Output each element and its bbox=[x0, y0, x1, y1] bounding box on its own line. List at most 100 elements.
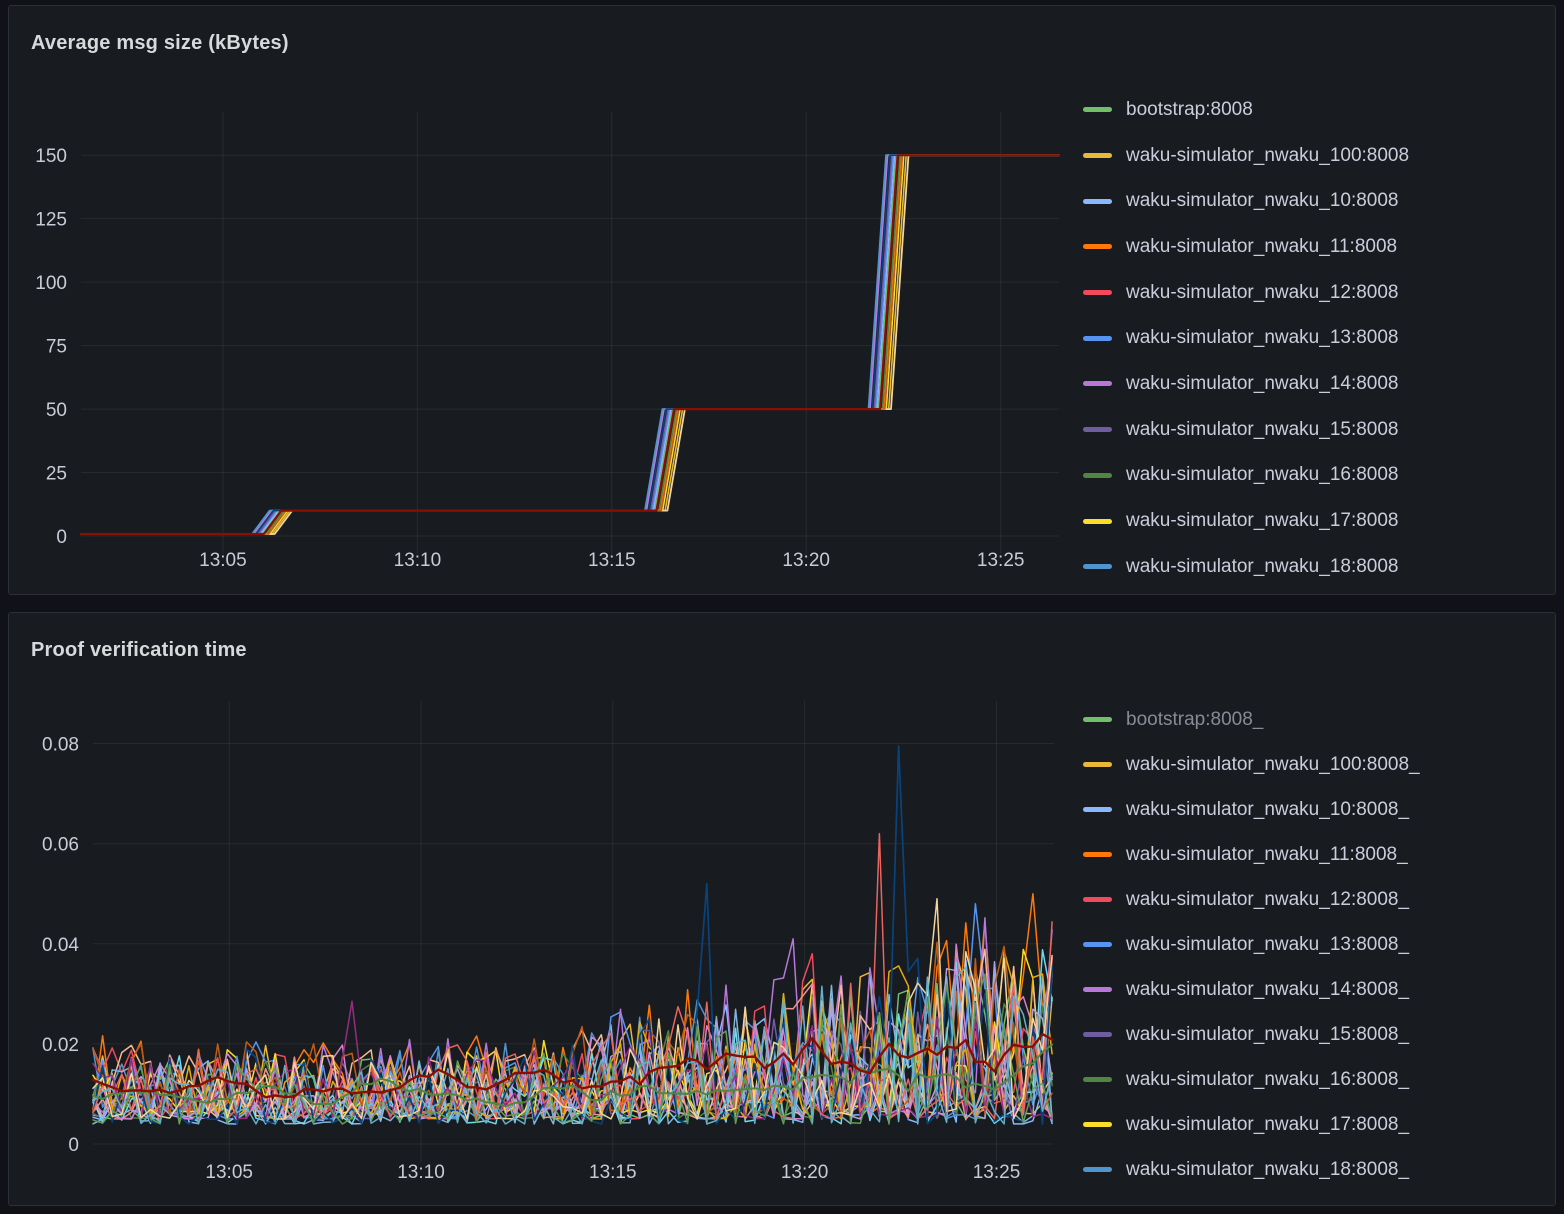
legend-item-label: waku-simulator_nwaku_14:8008_ bbox=[1126, 979, 1409, 1001]
legend-item[interactable]: bootstrap:8008 bbox=[1083, 87, 1409, 133]
series-line-series-darkorange-clipped-legend bbox=[81, 155, 1059, 534]
legend-item[interactable]: waku-simulator_nwaku_14:8008 bbox=[1083, 361, 1409, 407]
x-tick-label: 13:25 bbox=[973, 1162, 1021, 1183]
legend-item-label: waku-simulator_nwaku_13:8008 bbox=[1126, 327, 1399, 349]
x-tick-label: 13:20 bbox=[782, 550, 830, 571]
legend-item-label: waku-simulator_nwaku_18:8008 bbox=[1126, 556, 1399, 578]
y-tick-label: 100 bbox=[35, 273, 67, 294]
legend-swatch bbox=[1083, 987, 1112, 992]
legend-item[interactable]: waku-simulator_nwaku_17:8008 bbox=[1083, 498, 1409, 544]
legend-item[interactable]: waku-simulator_nwaku_15:8008_ bbox=[1083, 1012, 1420, 1057]
legend-swatch bbox=[1083, 762, 1112, 767]
legend-item[interactable]: waku-simulator_nwaku_15:8008 bbox=[1083, 407, 1409, 453]
legend-item[interactable]: waku-simulator_nwaku_13:8008 bbox=[1083, 315, 1409, 361]
legend-swatch bbox=[1083, 519, 1112, 524]
legend-item-label: waku-simulator_nwaku_11:8008 bbox=[1126, 236, 1397, 258]
x-tick-label: 13:15 bbox=[588, 550, 636, 571]
legend-item[interactable]: waku-simulator_nwaku_100:8008_ bbox=[1083, 742, 1420, 787]
legend-swatch bbox=[1083, 427, 1112, 432]
series-line-waku-simulator_nwaku_17:8008 bbox=[81, 155, 1059, 534]
legend-swatch bbox=[1083, 107, 1112, 112]
legend-swatch bbox=[1083, 473, 1112, 478]
legend-item[interactable]: waku-simulator_nwaku_10:8008_ bbox=[1083, 787, 1420, 832]
y-tick-label: 75 bbox=[46, 337, 67, 358]
legend-item[interactable]: waku-simulator_nwaku_18:8008 bbox=[1083, 544, 1409, 590]
legend-item-label: waku-simulator_nwaku_100:8008_ bbox=[1126, 754, 1420, 776]
legend-item-label: waku-simulator_nwaku_10:8008_ bbox=[1126, 799, 1409, 821]
x-tick-label: 13:10 bbox=[394, 550, 442, 571]
legend-item-label: waku-simulator_nwaku_100:8008 bbox=[1126, 145, 1409, 167]
x-tick-label: 13:05 bbox=[199, 550, 247, 571]
legend-item[interactable]: waku-simulator_nwaku_11:8008_ bbox=[1083, 832, 1420, 877]
x-tick-label: 13:10 bbox=[397, 1162, 445, 1183]
y-tick-label: 0 bbox=[68, 1135, 79, 1156]
legend-item[interactable]: waku-simulator_nwaku_10:8008 bbox=[1083, 178, 1409, 224]
legend-item[interactable]: waku-simulator_nwaku_13:8008_ bbox=[1083, 922, 1420, 967]
y-tick-label: 25 bbox=[46, 464, 67, 485]
x-tick-label: 13:20 bbox=[781, 1162, 829, 1183]
legend-swatch bbox=[1083, 1167, 1112, 1172]
legend-swatch bbox=[1083, 244, 1112, 249]
y-tick-label: 0 bbox=[56, 527, 67, 548]
series-line-bootstrap:8008 bbox=[81, 155, 1059, 534]
legend-swatch bbox=[1083, 1077, 1112, 1082]
series-line-waku-simulator_nwaku_18:8008 bbox=[81, 155, 1059, 534]
legend-proof-verification: bootstrap:8008_ waku-simulator_nwaku_100:… bbox=[1083, 697, 1420, 1192]
legend-item-label: bootstrap:8008 bbox=[1126, 99, 1253, 121]
series-line-waku-simulator_nwaku_100:8008 bbox=[81, 155, 1059, 534]
legend-swatch bbox=[1083, 897, 1112, 902]
series-line-waku-simulator_nwaku_14:8008 bbox=[81, 155, 1059, 534]
legend-swatch bbox=[1083, 1122, 1112, 1127]
legend-swatch bbox=[1083, 199, 1112, 204]
y-tick-label: 0.02 bbox=[42, 1035, 79, 1056]
legend-item[interactable]: waku-simulator_nwaku_11:8008 bbox=[1083, 224, 1409, 270]
legend-item[interactable]: waku-simulator_nwaku_12:8008 bbox=[1083, 270, 1409, 316]
legend-item-label: waku-simulator_nwaku_10:8008 bbox=[1126, 190, 1399, 212]
y-tick-label: 150 bbox=[35, 146, 67, 167]
legend-swatch bbox=[1083, 807, 1112, 812]
legend-item[interactable]: waku-simulator_nwaku_100:8008 bbox=[1083, 133, 1409, 179]
series-line-series-navy-clipped-legend bbox=[81, 155, 1059, 534]
legend-swatch bbox=[1083, 564, 1112, 569]
legend-item-label: waku-simulator_nwaku_14:8008 bbox=[1126, 373, 1399, 395]
legend-item[interactable]: bootstrap:8008_ bbox=[1083, 697, 1420, 742]
legend-item-label: waku-simulator_nwaku_15:8008_ bbox=[1126, 1024, 1409, 1046]
x-tick-label: 13:05 bbox=[205, 1162, 253, 1183]
series-line-waku-simulator_nwaku_11:8008 bbox=[81, 155, 1059, 534]
legend-item-label: waku-simulator_nwaku_18:8008_ bbox=[1126, 1159, 1409, 1181]
series-line-series-cream-clipped-legend bbox=[81, 155, 1059, 534]
y-tick-label: 0.04 bbox=[42, 935, 79, 956]
legend-item[interactable]: waku-simulator_nwaku_17:8008_ bbox=[1083, 1102, 1420, 1147]
legend-swatch bbox=[1083, 153, 1112, 158]
legend-item[interactable]: waku-simulator_nwaku_16:8008 bbox=[1083, 453, 1409, 499]
series-line-waku-simulator_nwaku_16:8008 bbox=[81, 155, 1059, 534]
gridlines bbox=[81, 112, 1059, 554]
legend-item-label: waku-simulator_nwaku_16:8008_ bbox=[1126, 1069, 1409, 1091]
y-tick-label: 0.08 bbox=[42, 735, 79, 756]
legend-swatch bbox=[1083, 290, 1112, 295]
legend-item-label: waku-simulator_nwaku_13:8008_ bbox=[1126, 934, 1409, 956]
legend-item[interactable]: waku-simulator_nwaku_18:8008_ bbox=[1083, 1147, 1420, 1192]
legend-swatch bbox=[1083, 1032, 1112, 1037]
series-line-series-darkred-clipped-legend bbox=[81, 155, 1059, 534]
legend-item-label: waku-simulator_nwaku_12:8008_ bbox=[1126, 889, 1409, 911]
series-line-waku-simulator_nwaku_15:8008 bbox=[81, 155, 1059, 534]
legend-item[interactable]: waku-simulator_nwaku_12:8008_ bbox=[1083, 877, 1420, 922]
legend-item[interactable]: waku-simulator_nwaku_16:8008_ bbox=[1083, 1057, 1420, 1102]
legend-swatch bbox=[1083, 381, 1112, 386]
legend-swatch bbox=[1083, 717, 1112, 722]
panel-avg-msg-size: 025507510012515013:0513:1013:1513:2013:2… bbox=[8, 5, 1556, 595]
x-tick-label: 13:25 bbox=[977, 550, 1025, 571]
legend-item-label: waku-simulator_nwaku_17:8008_ bbox=[1126, 1114, 1409, 1136]
x-tick-label: 13:15 bbox=[589, 1162, 637, 1183]
panel-title[interactable]: Proof verification time bbox=[31, 639, 247, 662]
legend-item-label: bootstrap:8008_ bbox=[1126, 709, 1263, 731]
panel-proof-verification-time: 00.020.040.060.0813:0513:1013:1513:2013:… bbox=[8, 612, 1556, 1206]
panel-title[interactable]: Average msg size (kBytes) bbox=[31, 32, 289, 55]
y-tick-label: 125 bbox=[35, 210, 67, 231]
legend-item-label: waku-simulator_nwaku_11:8008_ bbox=[1126, 844, 1408, 866]
legend-item[interactable]: waku-simulator_nwaku_14:8008_ bbox=[1083, 967, 1420, 1012]
legend-swatch bbox=[1083, 852, 1112, 857]
legend-item-label: waku-simulator_nwaku_15:8008 bbox=[1126, 419, 1399, 441]
legend-swatch bbox=[1083, 942, 1112, 947]
